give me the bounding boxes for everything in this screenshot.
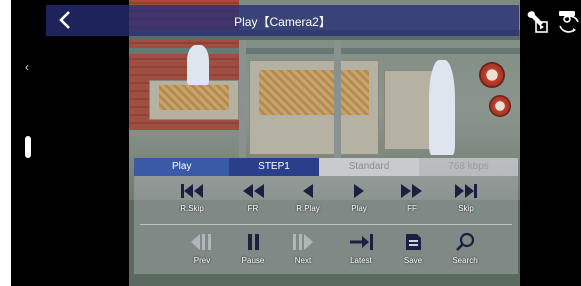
feed-worker <box>429 60 455 155</box>
prev-frame-icon <box>191 234 211 250</box>
control-label: FF <box>407 204 417 213</box>
control-label: Search <box>452 256 478 265</box>
fast-rewind-icon <box>243 184 264 198</box>
control-label: R.Play <box>296 204 320 213</box>
next-button[interactable]: Next <box>278 232 328 272</box>
search-icon <box>456 232 475 251</box>
control-label: Next <box>294 256 312 265</box>
skip-button[interactable]: Skip <box>441 182 491 222</box>
feed-roll <box>479 62 505 88</box>
prev-button[interactable]: Prev <box>177 232 227 272</box>
playback-control-panel: Play STEP1 Standard 768 kbps R.Skip FR R… <box>134 158 518 274</box>
control-label: Play <box>351 204 367 213</box>
controls-row-1: R.Skip FR R.Play Play FF Skip <box>134 182 518 222</box>
play-icon <box>354 184 364 198</box>
mode-tabs: Play STEP1 Standard 768 kbps <box>134 158 518 176</box>
reverse-play-button[interactable]: R.Play <box>283 182 333 222</box>
tab-quality[interactable]: Standard <box>319 158 419 176</box>
fast-forward-button[interactable]: FF <box>387 182 437 222</box>
pause-button[interactable]: Pause <box>228 232 278 272</box>
save-icon <box>406 234 421 250</box>
tab-play[interactable]: Play <box>134 158 229 176</box>
control-label: R.Skip <box>180 204 204 213</box>
tab-step[interactable]: STEP1 <box>229 158 319 176</box>
skip-forward-icon <box>455 184 477 198</box>
feed-tray <box>259 70 369 115</box>
feed-tray <box>159 85 229 110</box>
divider <box>140 224 512 225</box>
feed-post <box>334 40 341 160</box>
control-label: Pause <box>241 256 265 265</box>
feed-post <box>239 40 246 160</box>
latest-icon <box>350 234 373 250</box>
pause-icon <box>248 234 259 250</box>
side-drag-handle[interactable] <box>25 136 31 158</box>
feed-worker <box>187 45 209 85</box>
top-bar: Play【Camera2】 <box>46 5 519 36</box>
control-label: Skip <box>458 204 474 213</box>
skip-back-icon <box>181 184 203 198</box>
camera-switch-button[interactable] <box>556 8 581 34</box>
next-frame-icon <box>293 234 313 250</box>
reverse-play-icon <box>303 184 313 198</box>
tab-bitrate[interactable]: 768 kbps <box>419 158 518 176</box>
settings-playback-button[interactable] <box>523 8 549 34</box>
wrench-play-icon <box>527 11 548 33</box>
play-button[interactable]: Play <box>334 182 384 222</box>
reverse-skip-button[interactable]: R.Skip <box>167 182 217 222</box>
fast-rewind-button[interactable]: FR <box>228 182 278 222</box>
search-button[interactable]: Search <box>440 232 490 272</box>
control-label: Latest <box>350 256 372 265</box>
control-label: Save <box>403 256 423 265</box>
app-screen: ‹ Play【Camera2】 Play STEP1 Standard 768 … <box>11 0 581 286</box>
controls-row-2: Prev Pause Next Latest Save Search <box>134 232 518 272</box>
fast-forward-icon <box>401 184 422 198</box>
side-chevron-icon[interactable]: ‹ <box>25 60 29 74</box>
save-button[interactable]: Save <box>388 232 438 272</box>
feed-roll <box>489 95 511 117</box>
latest-button[interactable]: Latest <box>336 232 386 272</box>
page-title: Play【Camera2】 <box>234 15 331 29</box>
control-label: FR <box>247 204 259 213</box>
camera-switch-icon <box>559 11 579 33</box>
control-label: Prev <box>193 256 211 265</box>
